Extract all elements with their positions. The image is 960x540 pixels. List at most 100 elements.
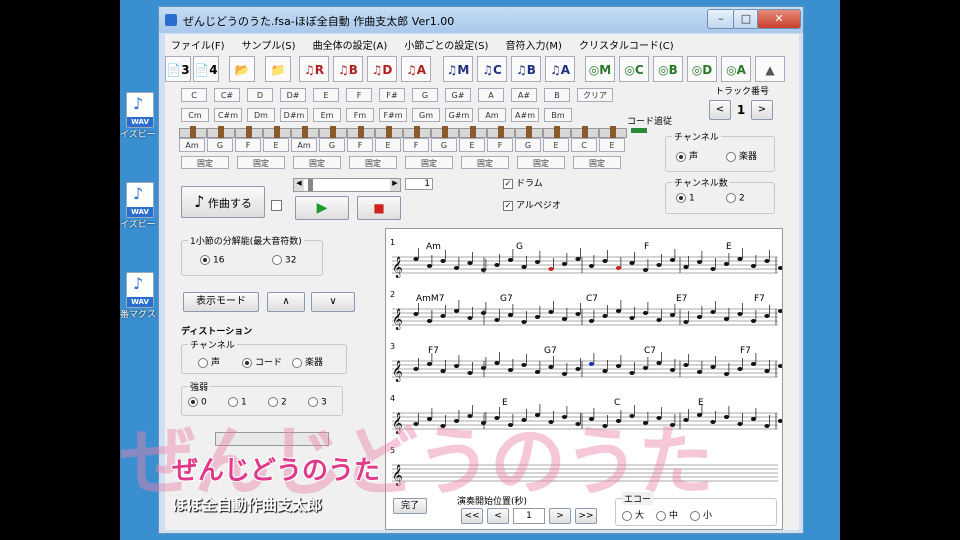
chord-key-1[interactable]: C# bbox=[214, 88, 240, 102]
playback-start-value[interactable]: 1 bbox=[513, 508, 545, 524]
minor-chord-key-7[interactable]: Gm bbox=[412, 108, 440, 122]
fix-button-1[interactable]: 固定 bbox=[237, 156, 285, 169]
chord-c-button[interactable]: ♫C bbox=[477, 56, 507, 82]
save-folder-icon[interactable]: 📁 bbox=[265, 56, 291, 82]
distortion-instrument-radio[interactable]: 楽器 bbox=[292, 355, 323, 368]
drum-checkbox[interactable]: ✓ ドラム bbox=[503, 176, 543, 189]
minimize-button[interactable]: – bbox=[707, 9, 735, 29]
note-key-0[interactable]: Am bbox=[179, 138, 205, 152]
rewind-button[interactable]: < bbox=[487, 508, 509, 524]
note-slider[interactable] bbox=[319, 126, 347, 140]
chord-key-4[interactable]: E bbox=[313, 88, 339, 102]
note-key-3[interactable]: E bbox=[263, 138, 289, 152]
close-button[interactable]: ✕ bbox=[757, 9, 801, 29]
note-slider[interactable] bbox=[207, 126, 235, 140]
minor-chord-key-4[interactable]: Em bbox=[313, 108, 341, 122]
compose-button[interactable]: ♪ 作曲する bbox=[181, 186, 265, 218]
chord-m-button[interactable]: ♫M bbox=[443, 56, 473, 82]
fix-button-4[interactable]: 固定 bbox=[405, 156, 453, 169]
down-button[interactable]: ∨ bbox=[311, 292, 355, 312]
desktop-icon-wav-2[interactable]: ♪ WAV イズビー bbox=[120, 178, 158, 258]
note-key-10[interactable]: E bbox=[459, 138, 485, 152]
up-button[interactable]: ∧ bbox=[267, 292, 305, 312]
minor-chord-key-8[interactable]: G#m bbox=[445, 108, 473, 122]
resolution-32-radio[interactable]: 32 bbox=[272, 255, 296, 266]
note-slider[interactable] bbox=[571, 126, 599, 140]
channel-instrument-radio[interactable]: 楽器 bbox=[726, 149, 757, 162]
channel-count-2-radio[interactable]: 2 bbox=[726, 193, 745, 204]
chord-b2-button[interactable]: ♫B bbox=[511, 56, 541, 82]
chord-key-5[interactable]: F bbox=[346, 88, 372, 102]
note-key-12[interactable]: G bbox=[515, 138, 541, 152]
maximize-button[interactable]: □ bbox=[733, 9, 759, 29]
note-key-13[interactable]: E bbox=[543, 138, 569, 152]
minor-chord-key-2[interactable]: Dm bbox=[247, 108, 275, 122]
display-mode-button[interactable]: 表示モード bbox=[183, 292, 259, 312]
compose-checkbox[interactable] bbox=[271, 200, 282, 211]
circle-b-button[interactable]: ◎B bbox=[653, 56, 683, 82]
note-key-7[interactable]: E bbox=[375, 138, 401, 152]
forward-fast-button[interactable]: >> bbox=[575, 508, 597, 524]
title-bar[interactable]: ぜんじどうのうた.fsa-ほぼ全自動 作曲支太郎 Ver1.00 – □ ✕ bbox=[159, 7, 803, 33]
note-key-14[interactable]: C bbox=[571, 138, 597, 152]
position-value[interactable]: 1 bbox=[405, 178, 433, 190]
chord-key-10[interactable]: A# bbox=[511, 88, 537, 102]
fix-button-5[interactable]: 固定 bbox=[461, 156, 509, 169]
chord-key-6[interactable]: F# bbox=[379, 88, 405, 102]
fix-button-7[interactable]: 固定 bbox=[573, 156, 621, 169]
minor-chord-key-3[interactable]: D#m bbox=[280, 108, 308, 122]
chord-key-7[interactable]: G bbox=[412, 88, 438, 102]
minor-chord-key-9[interactable]: Am bbox=[478, 108, 506, 122]
time-sig-3-button[interactable]: 📄3 bbox=[165, 56, 191, 82]
rewind-fast-button[interactable]: << bbox=[461, 508, 483, 524]
time-sig-4-button[interactable]: 📄4 bbox=[193, 56, 219, 82]
note-slider[interactable] bbox=[179, 126, 207, 140]
note-key-4[interactable]: Am bbox=[291, 138, 317, 152]
minor-chord-key-0[interactable]: Cm bbox=[181, 108, 209, 122]
metronome-icon[interactable]: ▲ bbox=[755, 56, 785, 82]
note-key-2[interactable]: F bbox=[235, 138, 261, 152]
circle-c-button[interactable]: ◎C bbox=[619, 56, 649, 82]
code-tracking-indicator[interactable] bbox=[631, 128, 647, 133]
fix-button-2[interactable]: 固定 bbox=[293, 156, 341, 169]
note-slider[interactable] bbox=[375, 126, 403, 140]
channel-count-1-radio[interactable]: 1 bbox=[676, 193, 695, 204]
circle-a-button[interactable]: ◎A bbox=[721, 56, 751, 82]
note-slider[interactable] bbox=[263, 126, 291, 140]
desktop-icon-wav-1[interactable]: ♪ WAV イズビー bbox=[120, 88, 158, 168]
chord-key-11[interactable]: B bbox=[544, 88, 570, 102]
play-button[interactable]: ▶ bbox=[295, 196, 349, 220]
note-key-9[interactable]: G bbox=[431, 138, 457, 152]
note-slider[interactable] bbox=[403, 126, 431, 140]
track-prev-button[interactable]: < bbox=[709, 100, 731, 120]
chord-key-0[interactable]: C bbox=[181, 88, 207, 102]
chord-a2-button[interactable]: ♫A bbox=[545, 56, 575, 82]
distortion-voice-radio[interactable]: 声 bbox=[198, 355, 220, 368]
note-slider[interactable] bbox=[291, 126, 319, 140]
chord-key-2[interactable]: D bbox=[247, 88, 273, 102]
minor-chord-key-11[interactable]: Bm bbox=[544, 108, 572, 122]
note-slider[interactable] bbox=[599, 126, 627, 140]
circle-d-button[interactable]: ◎D bbox=[687, 56, 717, 82]
channel-voice-radio[interactable]: 声 bbox=[676, 149, 698, 162]
chord-key-3[interactable]: D# bbox=[280, 88, 306, 102]
note-key-8[interactable]: F bbox=[403, 138, 429, 152]
chord-key-9[interactable]: A bbox=[478, 88, 504, 102]
circle-m-button[interactable]: ◎M bbox=[585, 56, 615, 82]
note-key-15[interactable]: E bbox=[599, 138, 625, 152]
stop-button[interactable]: ■ bbox=[357, 196, 401, 220]
fix-button-3[interactable]: 固定 bbox=[349, 156, 397, 169]
fix-button-0[interactable]: 固定 bbox=[181, 156, 229, 169]
note-key-6[interactable]: F bbox=[347, 138, 373, 152]
note-slider[interactable] bbox=[515, 126, 543, 140]
desktop-icon-wav-3[interactable]: ♪ WAV 番マグス bbox=[120, 268, 158, 348]
note-slider[interactable] bbox=[459, 126, 487, 140]
note-slider[interactable] bbox=[347, 126, 375, 140]
minor-chord-key-5[interactable]: Fm bbox=[346, 108, 374, 122]
note-slider[interactable] bbox=[543, 126, 571, 140]
forward-button[interactable]: > bbox=[549, 508, 571, 524]
chord-key-12[interactable]: クリア bbox=[577, 88, 613, 102]
minor-chord-key-1[interactable]: C#m bbox=[214, 108, 242, 122]
chord-a-button[interactable]: ♫A bbox=[401, 56, 431, 82]
chord-b-button[interactable]: ♫B bbox=[333, 56, 363, 82]
